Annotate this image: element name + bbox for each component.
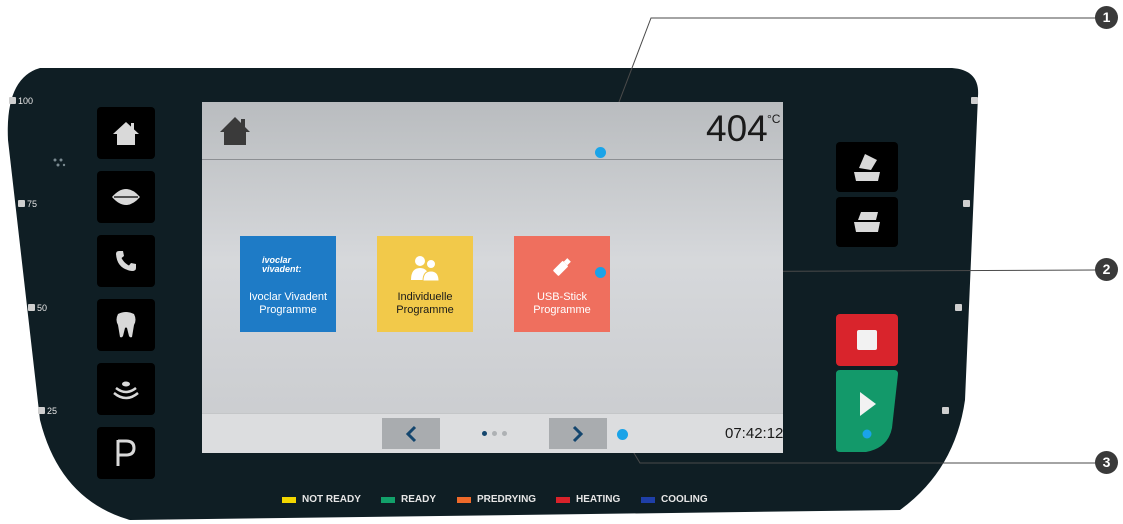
legend-swatch xyxy=(381,496,395,503)
legend-cooling: COOLING xyxy=(641,494,708,505)
legend-swatch xyxy=(457,496,471,503)
sensor-icon xyxy=(53,158,66,167)
tile-label-line1: Ivoclar Vivadent xyxy=(248,291,328,303)
legend-label: COOLING xyxy=(661,494,708,505)
tile-label-line1: USB-Stick xyxy=(536,291,588,303)
legend-label: READY xyxy=(401,494,437,505)
scale-label-50: 50 xyxy=(37,303,48,313)
home-icon[interactable] xyxy=(219,116,251,146)
callout-number-3: 3 xyxy=(1095,451,1118,474)
parking-button[interactable] xyxy=(97,427,155,479)
scale-label-25: 25 xyxy=(47,406,58,416)
start-button[interactable] xyxy=(836,370,898,452)
scale-mark-50 xyxy=(28,304,35,311)
page-dot xyxy=(492,431,497,436)
tile-label-line2: Programme xyxy=(259,304,317,316)
legend-swatch xyxy=(282,496,296,503)
temperature-unit: °C xyxy=(767,112,781,126)
right-mark xyxy=(942,407,949,414)
legend-not-ready: NOT READY xyxy=(282,494,361,505)
phone-button[interactable] xyxy=(97,235,155,287)
callout-marker-1 xyxy=(595,147,606,158)
callout-number-1: 1 xyxy=(1095,6,1118,29)
vacuum-icon xyxy=(113,381,139,400)
callout-marker-2 xyxy=(595,267,606,278)
vacuum-button[interactable] xyxy=(97,363,155,415)
scale-mark-100 xyxy=(9,97,16,104)
open-furnace-button[interactable] xyxy=(836,142,898,192)
legend-heating: HEATING xyxy=(556,494,620,505)
legend-label: PREDRYING xyxy=(477,494,537,505)
eco-button[interactable] xyxy=(97,171,155,223)
tile-label-line2: Programme xyxy=(533,304,591,316)
scale-mark-75 xyxy=(18,200,25,207)
furnace-open-icon xyxy=(854,154,880,181)
users-icon xyxy=(411,256,440,282)
screen-header: 404 °C xyxy=(202,102,783,160)
tile-ivoclar-programs[interactable]: ivoclar vivadent: Ivoclar Vivadent Progr… xyxy=(240,236,336,332)
tile-label-line2: Programme xyxy=(396,304,454,316)
tile-usb-programs[interactable]: USB-Stick Programme xyxy=(514,236,610,332)
scale-label-75: 75 xyxy=(27,199,38,209)
parking-icon xyxy=(116,439,136,466)
legend-swatch xyxy=(556,496,570,503)
touch-screen: 404 °C ivoclar vivadent: Ivoclar Vivaden… xyxy=(202,102,783,453)
right-mark xyxy=(971,97,978,104)
next-page-button[interactable] xyxy=(549,418,607,449)
screen-footer: 07:42:12 xyxy=(202,413,783,453)
tile-individual-programs[interactable]: Individuelle Programme xyxy=(377,236,473,332)
legend-ready: READY xyxy=(381,494,436,505)
page-dot-active xyxy=(482,431,487,436)
phone-icon xyxy=(116,251,136,271)
scale-mark-25 xyxy=(38,407,45,414)
previous-page-button[interactable] xyxy=(382,418,440,449)
callout-marker-3 xyxy=(617,429,628,440)
furnace-close-icon xyxy=(854,212,880,232)
right-mark xyxy=(963,200,970,207)
chevron-right-icon xyxy=(572,425,584,442)
home-icon xyxy=(113,122,139,145)
callout-number-2: 2 xyxy=(1095,258,1118,281)
usb-stick-icon xyxy=(553,258,571,276)
leaf-icon xyxy=(112,189,140,205)
tile-label-line1: Individuelle xyxy=(397,291,453,303)
right-mark xyxy=(955,304,962,311)
legend-label: NOT READY xyxy=(302,494,361,505)
status-dot xyxy=(862,429,872,439)
legend-label: HEATING xyxy=(576,494,621,505)
tooth-button[interactable] xyxy=(97,299,155,351)
page-dot xyxy=(502,431,507,436)
close-furnace-button[interactable] xyxy=(836,197,898,247)
chevron-left-icon xyxy=(405,425,417,442)
ivoclar-logo-icon: ivoclar vivadent: xyxy=(262,255,302,274)
legend-predrying: PREDRYING xyxy=(457,494,536,505)
stop-button[interactable] xyxy=(836,314,898,366)
scale-label-100: 100 xyxy=(18,96,34,106)
legend-swatch xyxy=(641,496,655,503)
temperature-value: 404 xyxy=(706,108,768,149)
home-button[interactable] xyxy=(97,107,155,159)
clock: 07:42:12 xyxy=(725,425,784,442)
tooth-icon xyxy=(116,312,136,338)
stop-icon xyxy=(857,330,877,350)
